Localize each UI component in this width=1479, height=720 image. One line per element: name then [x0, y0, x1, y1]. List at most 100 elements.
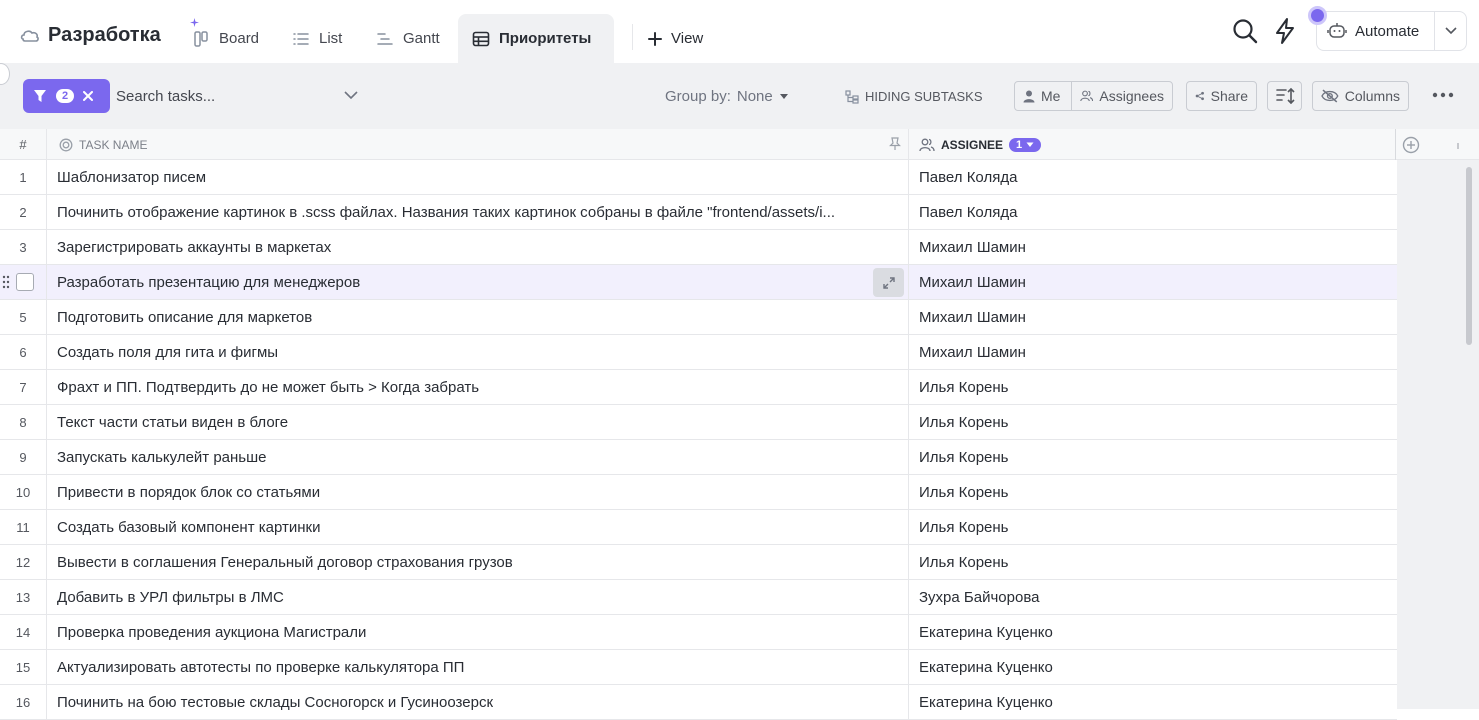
row-number: 3: [0, 230, 47, 264]
automate-label: Automate: [1355, 22, 1420, 40]
task-name: Привести в порядок блок со статьями: [57, 483, 321, 501]
table-row[interactable]: 13 Добавить в УРЛ фильтры в ЛМС Зухра Ба…: [0, 580, 1397, 615]
table-row[interactable]: 2 Починить отображение картинок в .scss …: [0, 195, 1397, 230]
table-row[interactable]: 7 Фрахт и ПП. Подтвердить до не может бы…: [0, 370, 1397, 405]
assignee-cell[interactable]: Михаил Шамин: [909, 265, 1397, 299]
assignee-cell[interactable]: Илья Корень: [909, 510, 1397, 544]
assignee-filter-badge[interactable]: 1: [1009, 137, 1042, 152]
assignee-cell[interactable]: Михаил Шамин: [909, 335, 1397, 369]
column-header-assignee[interactable]: ASSIGNEE 1: [909, 129, 1396, 160]
task-name-cell[interactable]: Создать базовый компонент картинки: [47, 510, 909, 544]
subtasks-toggle[interactable]: HIDING SUBTASKS: [845, 89, 983, 104]
plus-circle-icon: [1402, 136, 1420, 153]
assignee-cell[interactable]: Михаил Шамин: [909, 300, 1397, 334]
task-name-cell[interactable]: Текст части статьи виден в блоге: [47, 405, 909, 439]
assignee-cell[interactable]: Илья Корень: [909, 440, 1397, 474]
table-row-hovered[interactable]: Разработать презентацию для менеджеров М…: [0, 265, 1397, 300]
task-name-header-label: TASK NAME: [79, 137, 148, 152]
column-header-number: #: [0, 129, 47, 160]
task-name-cell[interactable]: Добавить в УРЛ фильтры в ЛМС: [47, 580, 909, 614]
pin-icon[interactable]: [888, 137, 902, 151]
share-button[interactable]: Share: [1186, 81, 1257, 111]
assignee-cell[interactable]: Илья Корень: [909, 405, 1397, 439]
me-label: Me: [1041, 88, 1061, 104]
assignee-cell[interactable]: Илья Корень: [909, 475, 1397, 509]
row-drag-handle[interactable]: [0, 265, 47, 299]
assignee-cell[interactable]: Павел Коляда: [909, 195, 1397, 229]
vertical-scrollbar[interactable]: [1466, 167, 1472, 345]
group-by-dropdown[interactable]: Group by: None: [665, 88, 789, 105]
plus-icon: [648, 31, 662, 46]
task-name-cell[interactable]: Запускать калькулейт раньше: [47, 440, 909, 474]
assignee-cell[interactable]: Екатерина Куценко: [909, 650, 1397, 684]
tab-gantt[interactable]: Gantt: [362, 14, 454, 63]
chevron-down-icon[interactable]: [343, 89, 359, 101]
table-row[interactable]: 12 Вывести в соглашения Генеральный дого…: [0, 545, 1397, 580]
task-name: Текст части статьи виден в блоге: [57, 413, 289, 431]
tab-gantt-label: Gantt: [403, 30, 440, 47]
assignee-cell[interactable]: Илья Корень: [909, 370, 1397, 404]
table-row[interactable]: 8 Текст части статьи виден в блоге Илья …: [0, 405, 1397, 440]
task-name-cell[interactable]: Фрахт и ПП. Подтвердить до не может быть…: [47, 370, 909, 404]
task-name-cell[interactable]: Создать поля для гита и фигмы: [47, 335, 909, 369]
columns-button[interactable]: Columns: [1312, 81, 1409, 111]
task-name-cell[interactable]: Вывести в соглашения Генеральный договор…: [47, 545, 909, 579]
lightning-icon[interactable]: [1273, 17, 1297, 45]
table-row[interactable]: 5 Подготовить описание для маркетов Миха…: [0, 300, 1397, 335]
table-row[interactable]: 3 Зарегистрировать аккаунты в маркетах М…: [0, 230, 1397, 265]
tab-priorities[interactable]: Приоритеты: [458, 14, 614, 63]
open-task-button[interactable]: [873, 268, 904, 297]
sidebar-toggle[interactable]: [0, 63, 10, 85]
task-name-cell[interactable]: Починить отображение картинок в .scss фа…: [47, 195, 909, 229]
automate-button[interactable]: Automate: [1316, 11, 1467, 51]
task-name: Шаблонизатор писем: [57, 168, 207, 186]
tab-board[interactable]: Board: [178, 14, 273, 63]
assignee-cell[interactable]: Зухра Байчорова: [909, 580, 1397, 614]
task-name: Фрахт и ПП. Подтвердить до не может быть…: [57, 378, 480, 396]
table-row[interactable]: 6 Создать поля для гита и фигмы Михаил Ш…: [0, 335, 1397, 370]
table-row[interactable]: 1 Шаблонизатор писем Павел Коляда: [0, 160, 1397, 195]
task-name: Актуализировать автотесты по проверке ка…: [57, 658, 465, 676]
assignee-cell[interactable]: Михаил Шамин: [909, 230, 1397, 264]
me-filter-button[interactable]: Me: [1014, 81, 1072, 111]
task-name-cell[interactable]: Починить на бою тестовые склады Сосногор…: [47, 685, 909, 719]
board-icon: [194, 30, 208, 47]
add-column-button[interactable]: [1396, 129, 1426, 160]
row-number: 12: [0, 545, 47, 579]
sort-button[interactable]: [1267, 81, 1302, 111]
assignees-button[interactable]: Assignees: [1071, 81, 1173, 111]
row-checkbox[interactable]: [16, 273, 34, 291]
space-header[interactable]: Разработка: [20, 24, 161, 47]
assignee-cell[interactable]: Екатерина Куценко: [909, 615, 1397, 649]
caret-down-icon: [779, 93, 788, 99]
task-name-cell[interactable]: Подготовить описание для маркетов: [47, 300, 909, 334]
table-row[interactable]: 10 Привести в порядок блок со статьями И…: [0, 475, 1397, 510]
automate-dropdown[interactable]: [1435, 26, 1466, 36]
table-row[interactable]: 9 Запускать калькулейт раньше Илья Корен…: [0, 440, 1397, 475]
automate-main[interactable]: Automate: [1317, 12, 1435, 50]
top-bar: Разработка Board List Gantt Приоритеты V…: [0, 0, 1479, 63]
table-row[interactable]: 11 Создать базовый компонент картинки Ил…: [0, 510, 1397, 545]
column-header-task-name[interactable]: TASK NAME: [47, 129, 909, 160]
table-row[interactable]: 15 Актуализировать автотесты по проверке…: [0, 650, 1397, 685]
task-name-cell[interactable]: Привести в порядок блок со статьями: [47, 475, 909, 509]
task-name-cell[interactable]: Зарегистрировать аккаунты в маркетах: [47, 230, 909, 264]
table-row[interactable]: 16 Починить на бою тестовые склады Сосно…: [0, 685, 1397, 720]
close-icon[interactable]: [83, 91, 94, 101]
assignee-cell[interactable]: Екатерина Куценко: [909, 685, 1397, 719]
assignee-cell[interactable]: Илья Корень: [909, 545, 1397, 579]
drag-handle-icon[interactable]: [2, 275, 10, 289]
assignee-cell[interactable]: Павел Коляда: [909, 160, 1397, 194]
space-title: Разработка: [48, 24, 161, 46]
add-view-button[interactable]: View: [634, 14, 717, 63]
filter-button[interactable]: 2: [23, 79, 110, 113]
task-name-cell[interactable]: Проверка проведения аукциона Магистрали: [47, 615, 909, 649]
search-icon[interactable]: [1231, 17, 1259, 45]
search-input[interactable]: [116, 83, 316, 109]
tab-list[interactable]: List: [278, 14, 356, 63]
task-name-cell[interactable]: Шаблонизатор писем: [47, 160, 909, 194]
table-row[interactable]: 14 Проверка проведения аукциона Магистра…: [0, 615, 1397, 650]
more-icon[interactable]: [1432, 91, 1454, 99]
task-name-cell[interactable]: Разработать презентацию для менеджеров: [47, 265, 909, 299]
task-name-cell[interactable]: Актуализировать автотесты по проверке ка…: [47, 650, 909, 684]
